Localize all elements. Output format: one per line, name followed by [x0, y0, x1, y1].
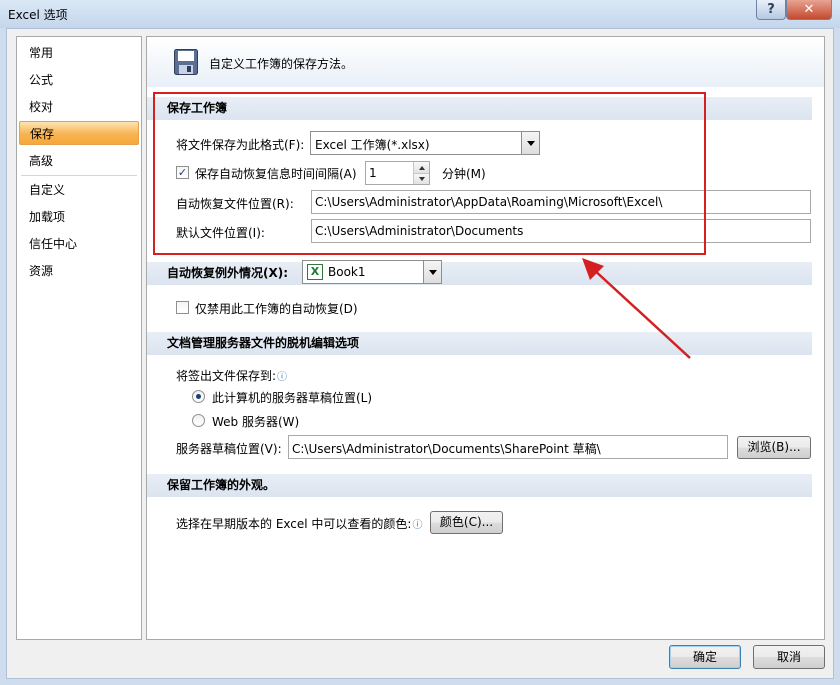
browse-button[interactable]: 浏览(B)...: [737, 436, 811, 459]
autorecover-exceptions-title: 自动恢复例外情况(X):: [167, 266, 289, 280]
nav-item-proofing[interactable]: 校对: [19, 95, 139, 119]
info-icon: ⓘ: [277, 372, 288, 383]
section-autorecover-exceptions: 自动恢复例外情况(X):: [147, 262, 812, 285]
info-icon: ⓘ: [412, 520, 423, 531]
nav-item-save[interactable]: 保存: [19, 121, 139, 145]
nav-item-common[interactable]: 常用: [19, 41, 139, 65]
nav-divider: [21, 175, 137, 176]
radio-web-server[interactable]: [192, 414, 205, 427]
format-dropdown[interactable]: Excel 工作簿(*.xlsx): [310, 131, 540, 155]
server-drafts-label: 此计算机的服务器草稿位置(L): [212, 391, 373, 405]
nav-item-customize[interactable]: 自定义: [19, 178, 139, 202]
disable-autorecover-label: 仅禁用此工作簿的自动恢复(D): [195, 302, 358, 316]
chevron-down-icon[interactable]: [423, 261, 441, 283]
autorecover-location-label: 自动恢复文件位置(R):: [176, 197, 294, 211]
excel-workbook-icon: X: [307, 264, 323, 280]
close-button[interactable]: ✕: [786, 0, 832, 20]
autorecover-checkbox[interactable]: ✓: [176, 166, 189, 179]
default-location-field[interactable]: C:\Users\Administrator\Documents: [311, 219, 811, 243]
nav-item-trust-center[interactable]: 信任中心: [19, 232, 139, 256]
header-band: 自定义工作簿的保存方法。: [147, 37, 824, 87]
drafts-location-field[interactable]: C:\Users\Administrator\Documents\SharePo…: [288, 435, 728, 459]
colors-button[interactable]: 颜色(C)...: [430, 511, 503, 534]
window-title: Excel 选项: [8, 8, 68, 22]
save-to-label: 将签出文件保存到:ⓘ: [176, 369, 288, 383]
autorecover-minutes-value: 1: [369, 166, 377, 180]
ok-button[interactable]: 确定: [669, 645, 741, 669]
dialog-client: 常用 公式 校对 保存 高级 自定义 加载项 信任中心 资源 自定义工作簿的保存…: [6, 28, 834, 679]
nav-item-formulas[interactable]: 公式: [19, 68, 139, 92]
section-offline-editing: 文档管理服务器文件的脱机编辑选项: [147, 332, 812, 355]
spin-up-icon[interactable]: [414, 162, 429, 173]
nav-item-addins[interactable]: 加载项: [19, 205, 139, 229]
autorecover-label: 保存自动恢复信息时间间隔(A): [195, 167, 357, 181]
title-bar: Excel 选项 ? ✕: [0, 0, 840, 28]
nav-item-advanced[interactable]: 高级: [19, 149, 139, 173]
workbook-value: Book1: [328, 265, 366, 279]
save-options-panel: 自定义工作簿的保存方法。 保存工作簿 将文件保存为此格式(F): Excel 工…: [146, 36, 825, 640]
header-description: 自定义工作簿的保存方法。: [209, 57, 354, 71]
section-save-workbooks: 保存工作簿: [147, 97, 812, 120]
disable-autorecover-checkbox[interactable]: [176, 301, 189, 314]
cancel-button[interactable]: 取消: [753, 645, 825, 669]
workbook-dropdown[interactable]: X Book1: [302, 260, 442, 284]
drafts-location-label: 服务器草稿位置(V):: [176, 442, 282, 456]
save-disk-icon: [174, 49, 198, 75]
format-label: 将文件保存为此格式(F):: [176, 138, 305, 152]
options-nav: 常用 公式 校对 保存 高级 自定义 加载项 信任中心 资源: [16, 36, 142, 640]
autorecover-minutes-spinner[interactable]: 1: [365, 161, 430, 185]
help-button[interactable]: ?: [756, 0, 786, 20]
section-preserve-visual: 保留工作簿的外观。: [147, 474, 812, 497]
minutes-label: 分钟(M): [442, 167, 486, 181]
format-value: Excel 工作簿(*.xlsx): [315, 138, 430, 152]
colors-label: 选择在早期版本的 Excel 中可以查看的颜色:ⓘ: [176, 517, 423, 531]
spin-down-icon[interactable]: [414, 173, 429, 184]
autorecover-location-field[interactable]: C:\Users\Administrator\AppData\Roaming\M…: [311, 190, 811, 214]
nav-item-resources[interactable]: 资源: [19, 259, 139, 283]
chevron-down-icon[interactable]: [521, 132, 539, 154]
default-location-label: 默认文件位置(I):: [176, 226, 265, 240]
radio-server-drafts[interactable]: [192, 390, 205, 403]
web-server-label: Web 服务器(W): [212, 415, 300, 429]
